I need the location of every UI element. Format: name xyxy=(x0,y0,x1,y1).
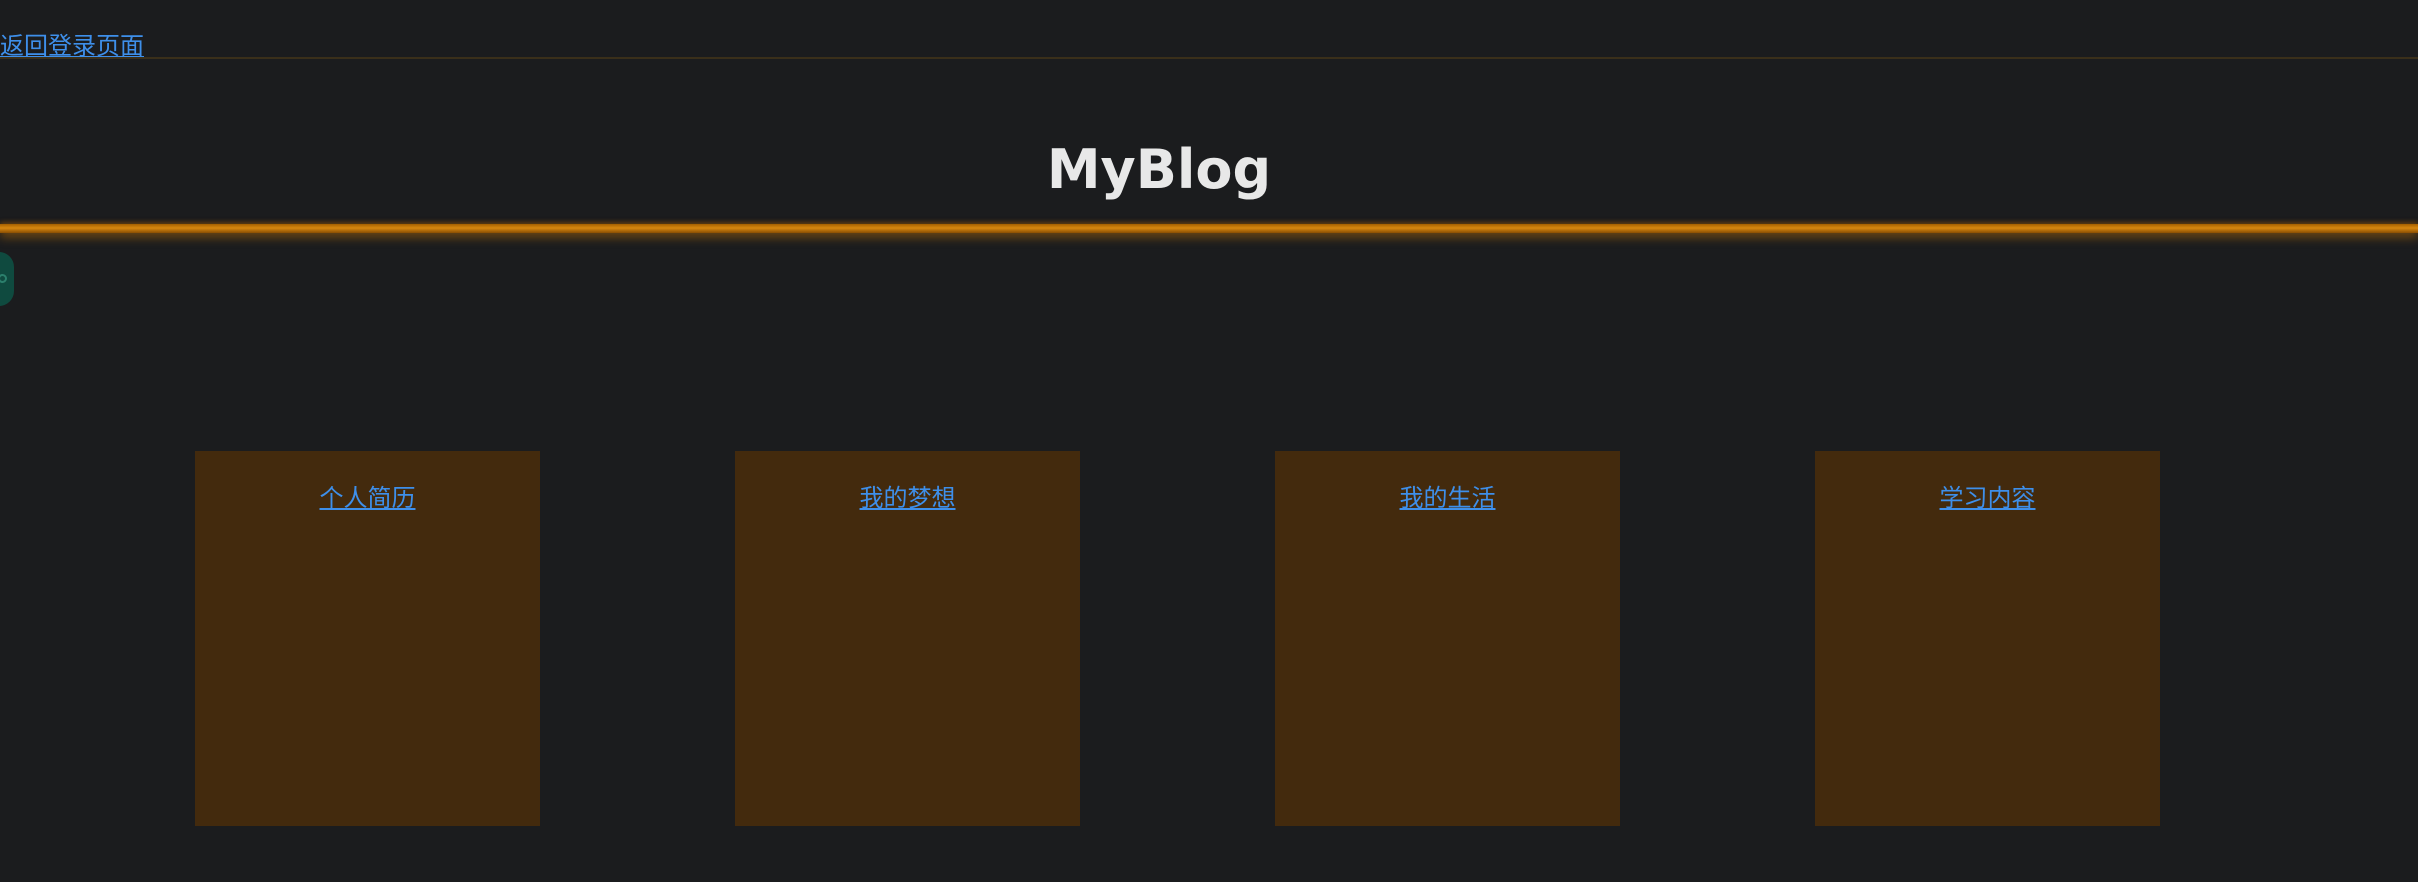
card-study: 学习内容 xyxy=(1815,451,2160,826)
page: 返回登录页面 MyBlog 个人简历 我的梦想 我的生活 学习内容 xyxy=(0,0,2418,882)
card-study-link[interactable]: 学习内容 xyxy=(1815,483,2160,513)
card-dream-link[interactable]: 我的梦想 xyxy=(735,483,1080,513)
accent-bar xyxy=(0,224,2418,233)
card-life: 我的生活 xyxy=(1275,451,1620,826)
header-divider xyxy=(0,57,2418,59)
card-resume-link[interactable]: 个人简历 xyxy=(195,483,540,513)
card-resume: 个人简历 xyxy=(195,451,540,826)
card-life-link[interactable]: 我的生活 xyxy=(1275,483,1620,513)
card-dream: 我的梦想 xyxy=(735,451,1080,826)
side-toggle-button[interactable] xyxy=(0,252,14,306)
circle-icon xyxy=(0,274,7,283)
site-title: MyBlog xyxy=(1046,138,1272,201)
